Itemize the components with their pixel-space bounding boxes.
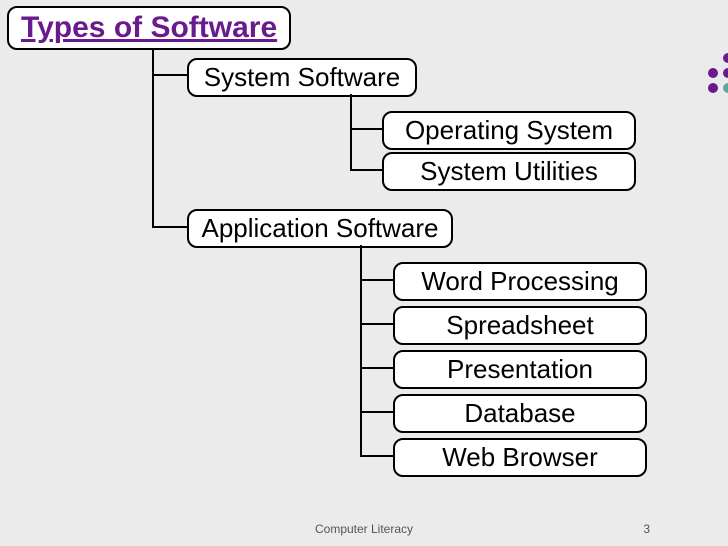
node-presentation: Presentation: [393, 350, 647, 389]
node-system-software: System Software: [187, 58, 417, 97]
node-system-utilities: System Utilities: [382, 152, 636, 191]
footer-page-number: 3: [643, 522, 650, 536]
node-word-processing: Word Processing: [393, 262, 647, 301]
connector: [350, 94, 352, 171]
connector: [360, 323, 394, 325]
footer-subject: Computer Literacy: [315, 522, 413, 536]
title-node: Types of Software: [7, 6, 291, 50]
node-operating-system: Operating System: [382, 111, 636, 150]
connector: [152, 74, 188, 76]
connector: [360, 455, 394, 457]
node-database: Database: [393, 394, 647, 433]
connector: [152, 226, 188, 228]
connector: [350, 169, 383, 171]
connector: [360, 411, 394, 413]
connector: [360, 279, 394, 281]
connector: [360, 245, 362, 457]
node-application-software: Application Software: [187, 209, 453, 248]
connector: [360, 367, 394, 369]
connector: [350, 128, 383, 130]
node-spreadsheet: Spreadsheet: [393, 306, 647, 345]
node-web-browser: Web Browser: [393, 438, 647, 477]
